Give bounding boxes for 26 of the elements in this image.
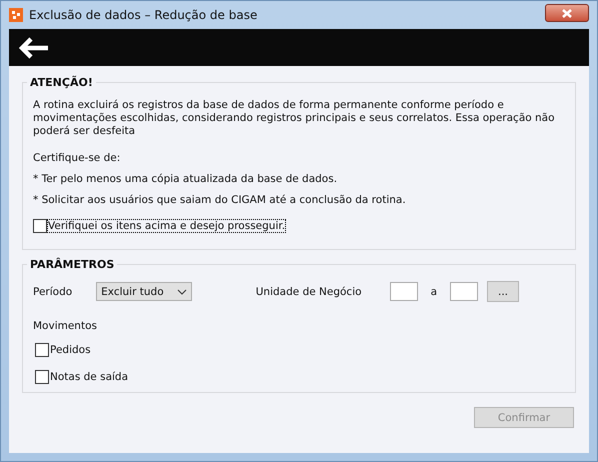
browse-button[interactable]: ... [487,281,519,302]
input-field[interactable] [450,282,478,301]
caret-icon [177,288,188,294]
range-separator: a [430,286,437,298]
group-title: ATENÇÃO! [29,76,94,89]
period-label: Período [33,286,72,298]
paragraph: Certifique-se de: [33,152,122,165]
period-dropdown[interactable]: Excluir tudo [96,282,192,301]
window-title: Exclusão de dados – Redução de base [29,8,258,22]
close-icon [560,8,574,18]
paragraph: * Ter pelo menos uma cópia atualizada da base de dados. [33,173,338,186]
group-title: PARÂMETROS [29,258,116,271]
checkbox-label: Notas de saída [50,371,128,383]
close-button[interactable] [545,4,589,22]
input-field[interactable] [390,282,418,301]
movements-label: Movimentos [33,320,98,332]
checkbox[interactable] [33,219,47,233]
app-icon [9,8,23,22]
checkbox-label: Verifiquei os itens acima e desejo prosseguir. [48,220,286,232]
checkbox-label: Pedidos [50,344,91,356]
paragraph: * Solicitar aos usuários que saiam do CIGAM até a conclusão da rotina. [33,194,407,207]
checkbox[interactable] [35,343,49,357]
checkbox[interactable] [35,370,49,384]
unit-label: Unidade de Negócio [256,286,362,298]
paragraph: A rotina excluirá os registros da base de dados de forma permanente conforme período e movimentações escolhidas, considerando registros principais e seus correlatos. Essa operação não poderá ser desfeita [33,99,556,138]
back-arrow-icon[interactable] [19,36,49,58]
